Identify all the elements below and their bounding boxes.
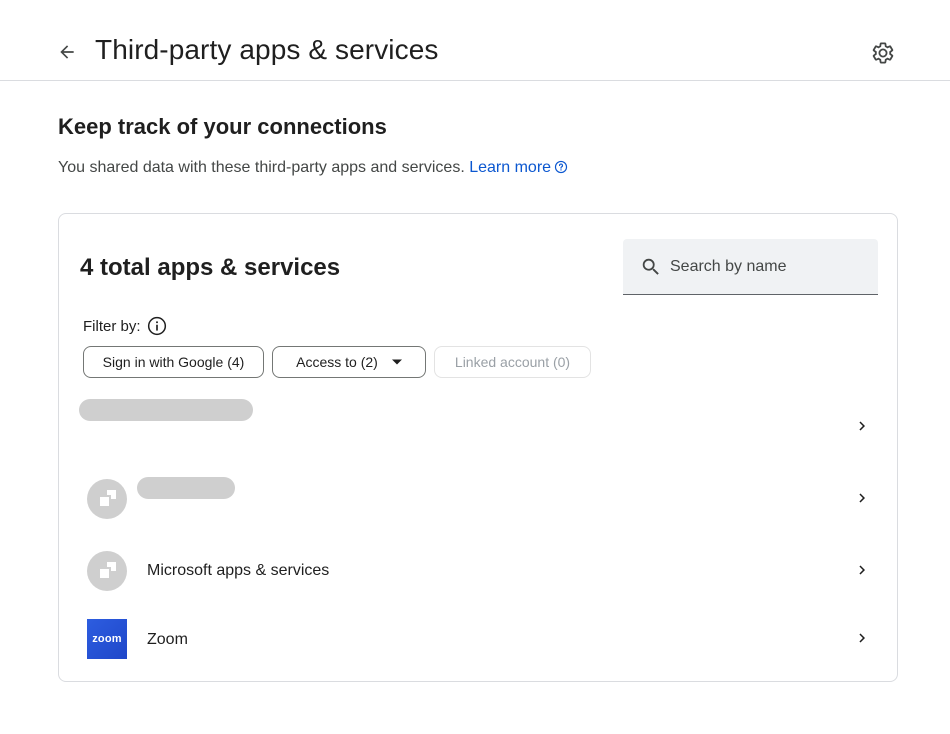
app-row-microsoft[interactable]: Microsoft apps & services (59, 535, 897, 607)
chevron-right-icon (859, 493, 865, 503)
redacted-app-name (79, 399, 253, 421)
page-title: Third-party apps & services (95, 34, 439, 65)
gear-icon (872, 42, 894, 64)
generic-app-icon (87, 479, 127, 519)
filter-chip-linked-account: Linked account (0) (434, 346, 591, 378)
app-name: Zoom (147, 631, 188, 648)
arrow-left-icon (60, 45, 74, 59)
app-name: Microsoft apps & services (147, 562, 330, 579)
page-header: Third-party apps & services (0, 0, 950, 81)
caret-down-icon (391, 359, 402, 365)
app-row-zoom[interactable]: zoom Zoom (59, 607, 897, 679)
back-button[interactable] (52, 37, 82, 67)
learn-more-label: Learn more (469, 159, 552, 176)
description-text: You shared data with these third-party a… (58, 159, 465, 176)
apps-card: 4 total apps & services Filter by: Sign … (58, 213, 898, 682)
info-icon[interactable] (147, 316, 167, 336)
section-heading: Keep track of your connections (58, 114, 387, 139)
filter-chip-sign-in-with-google[interactable]: Sign in with Google (4) (83, 346, 264, 378)
filter-label-text: Filter by: (83, 317, 141, 335)
chevron-right-icon (859, 421, 865, 431)
filter-label: Filter by: (83, 316, 167, 336)
search-box[interactable] (623, 239, 878, 295)
zoom-logo: zoom (87, 619, 127, 659)
chip-label: Linked account (0) (454, 354, 571, 370)
settings-button[interactable] (868, 38, 898, 68)
search-input[interactable] (670, 239, 870, 294)
chip-label: Access to (2) (296, 354, 378, 370)
search-icon (642, 258, 659, 275)
chip-label: Sign in with Google (4) (102, 354, 245, 370)
section-description: You shared data with these third-party a… (58, 159, 568, 177)
chevron-right-icon (859, 633, 865, 643)
learn-more-link[interactable]: Learn more (469, 159, 568, 176)
help-circle-icon (554, 160, 568, 174)
generic-app-icon (87, 551, 127, 591)
redacted-app-name (137, 477, 235, 499)
app-row-redacted-1[interactable] (59, 391, 897, 463)
zoom-logo-text: zoom (92, 633, 122, 645)
apps-count-title: 4 total apps & services (80, 254, 341, 281)
chevron-right-icon (859, 565, 865, 575)
app-row-redacted-2[interactable] (59, 463, 897, 535)
filter-chip-access-to[interactable]: Access to (2) (272, 346, 426, 378)
